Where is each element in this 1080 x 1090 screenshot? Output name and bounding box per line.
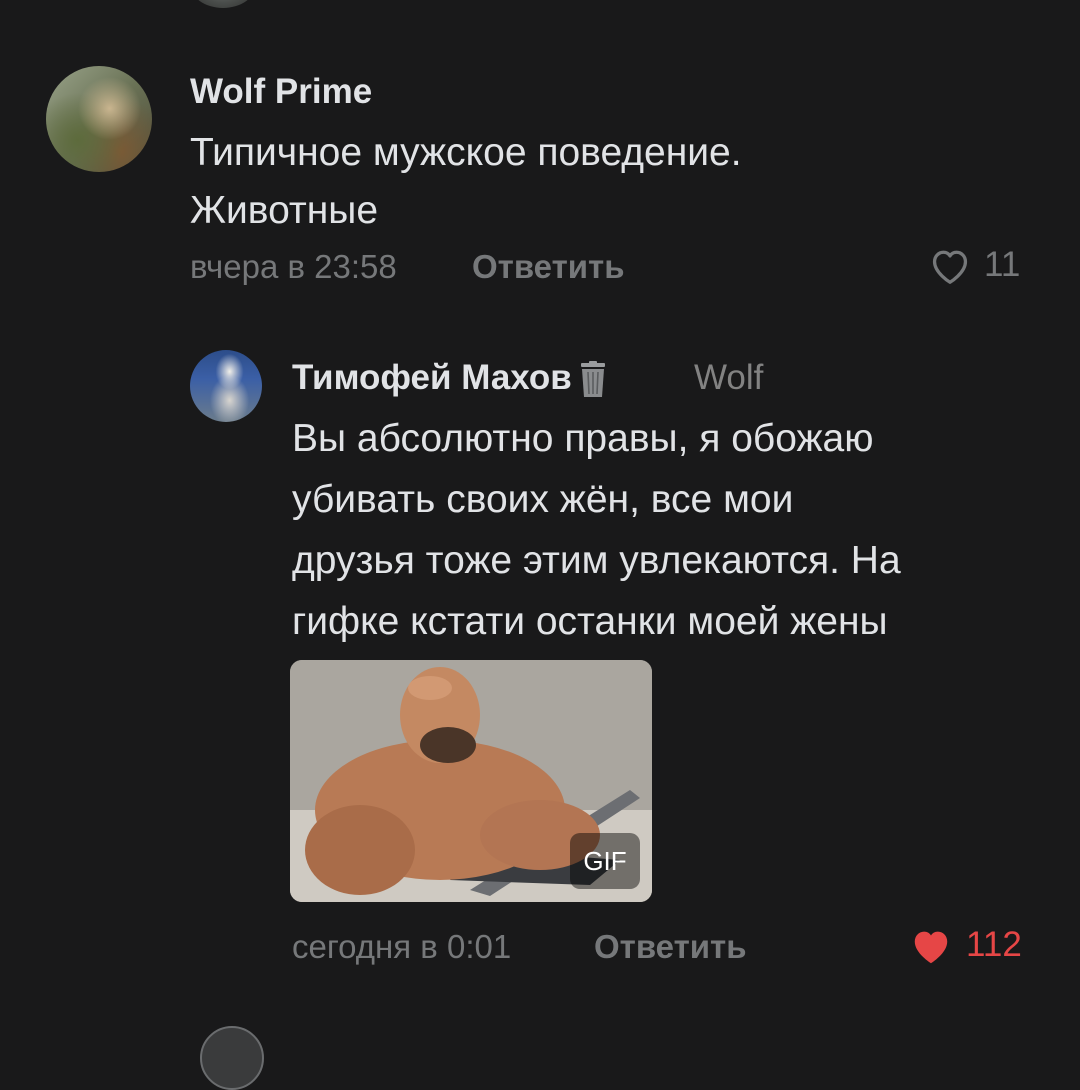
comment-timestamp: вчера в 23:58 <box>190 248 397 285</box>
comment-like-button[interactable]: 11 <box>928 245 1020 285</box>
comment-like-count: 11 <box>984 245 1021 284</box>
comment-text-line-2: Животные <box>190 189 379 232</box>
trash-icon <box>580 360 605 397</box>
reply-to-name[interactable]: Wolf <box>694 358 763 398</box>
reply-timestamp: сегодня в 0:01 <box>292 928 512 965</box>
reply-text-line-2: убивать своих жён, все мои <box>292 478 794 521</box>
gif-badge: GIF <box>570 833 640 889</box>
avatar-wolf-prime[interactable] <box>46 66 152 172</box>
avatar-previous-comment[interactable] <box>190 0 256 8</box>
avatar-next-comment[interactable] <box>200 1026 264 1090</box>
heart-outline-icon <box>932 250 968 284</box>
reply-text-line-1: Вы абсолютно правы, я обожаю <box>292 417 874 460</box>
comment-reply-button[interactable]: Ответить <box>472 248 625 286</box>
reply-like-button[interactable]: 112 <box>908 924 1022 966</box>
comment-author-name[interactable]: Wolf Prime <box>190 72 372 112</box>
reply-like-count: 112 <box>966 925 1022 964</box>
avatar-timofey-makhov[interactable] <box>190 350 262 422</box>
comment-text-line-1: Типичное мужское поведение. <box>190 131 742 174</box>
heart-filled-icon <box>914 931 948 964</box>
reply-text-line-3: друзья тоже этим увлекаются. На <box>292 539 901 582</box>
reply-author-name[interactable]: Тимофей Махов <box>292 358 610 399</box>
reply-author-label: Тимофей Махов <box>292 358 572 397</box>
reply-reply-button[interactable]: Ответить <box>594 928 747 966</box>
reply-text-line-4: гифке кстати останки моей жены <box>292 600 888 643</box>
